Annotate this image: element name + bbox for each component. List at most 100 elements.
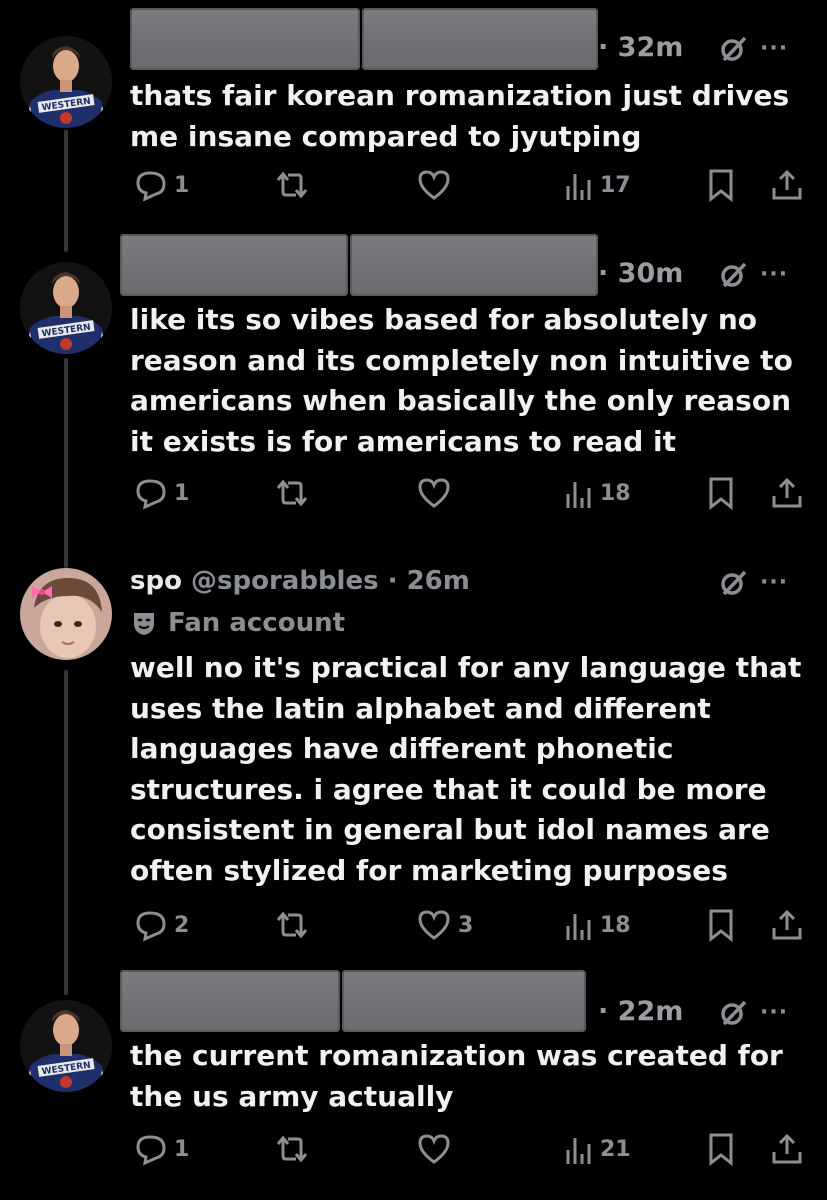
retweet-button[interactable] [272, 168, 312, 202]
reply-button[interactable]: 2 [134, 908, 189, 942]
retweet-icon [276, 1135, 308, 1163]
redacted-username [120, 234, 348, 296]
bookmark-button[interactable] [706, 476, 736, 510]
retweet-icon [276, 171, 308, 199]
bookmark-button[interactable] [706, 908, 736, 942]
redacted-handle [350, 234, 598, 296]
redacted-username [120, 970, 340, 1032]
share-icon [772, 1133, 802, 1164]
tweet-time[interactable]: · 32m [598, 32, 683, 63]
profile-photo-avatar [20, 568, 112, 660]
tweet-text: like its so vibes based for absolutely n… [130, 303, 793, 458]
views-icon [566, 914, 591, 940]
heart-icon [418, 478, 450, 508]
share-button[interactable] [770, 1132, 804, 1166]
reply-icon [136, 1135, 166, 1166]
bookmark-icon [709, 477, 733, 510]
hockey-player-avatar: WESTERN [20, 36, 112, 128]
bookmark-button[interactable] [706, 1132, 736, 1166]
reply-button[interactable]: 1 [134, 168, 189, 202]
hockey-player-avatar: WESTERN [20, 1000, 112, 1092]
display-name[interactable]: spo [130, 566, 182, 596]
author-line: spo @sporabbles · 26m [130, 566, 470, 596]
bookmark-icon [709, 169, 733, 202]
grok-icon[interactable] [718, 998, 748, 1032]
tweet[interactable]: WESTERN · 22m ··· the current romanizati… [0, 960, 827, 1200]
like-button[interactable] [416, 476, 452, 510]
more-options-icon[interactable]: ··· [760, 570, 788, 595]
like-button[interactable] [416, 168, 452, 202]
reply-count: 1 [174, 1136, 190, 1162]
theater-mask-icon [134, 613, 154, 635]
tweet-time[interactable]: · 22m [598, 996, 683, 1027]
reply-icon [136, 911, 166, 942]
share-button[interactable] [770, 908, 804, 942]
views-icon [566, 174, 591, 200]
retweet-icon [276, 479, 308, 507]
reply-icon [136, 479, 166, 510]
share-icon [772, 169, 802, 200]
views-button[interactable]: 17 [564, 168, 631, 202]
grok-icon[interactable] [718, 568, 748, 602]
views-count: 18 [600, 912, 631, 938]
views-count: 21 [600, 1136, 631, 1162]
tweet[interactable]: WESTERN · 30m ··· like its so vibes base… [0, 230, 827, 540]
tweet[interactable]: WESTERN · 32m ··· thats fair korean roma… [0, 0, 827, 230]
share-button[interactable] [770, 476, 804, 510]
reply-button[interactable]: 1 [134, 476, 189, 510]
retweet-button[interactable] [272, 476, 312, 510]
grok-icon[interactable] [718, 34, 748, 68]
heart-icon [418, 1134, 450, 1164]
heart-icon [418, 910, 450, 940]
hockey-player-avatar: WESTERN [20, 262, 112, 354]
views-icon [566, 482, 591, 508]
user-handle[interactable]: @sporabbles [191, 566, 379, 596]
tweet-text: the current romanization was created for… [130, 1039, 783, 1113]
tweet[interactable]: spo @sporabbles · 26m ··· Fan account we… [0, 540, 827, 960]
share-icon [772, 477, 802, 508]
avatar[interactable] [20, 568, 112, 660]
avatar[interactable]: WESTERN [20, 36, 112, 128]
redacted-handle [342, 970, 586, 1032]
heart-icon [418, 170, 450, 200]
tweet-time[interactable]: · 26m [388, 566, 470, 596]
bookmark-icon [709, 909, 733, 942]
tweet-actions: 1 18 [0, 476, 827, 516]
tweet-actions: 1 21 [0, 1132, 827, 1172]
retweet-button[interactable] [272, 1132, 312, 1166]
views-button[interactable]: 18 [564, 476, 631, 510]
tweet-actions: 1 17 [0, 168, 827, 208]
account-label-text: Fan account [168, 608, 346, 638]
more-options-icon[interactable]: ··· [760, 1000, 788, 1025]
tweet-text: thats fair korean romanization just driv… [130, 79, 790, 153]
bookmark-icon [709, 1133, 733, 1166]
reply-icon [136, 171, 166, 202]
tweet-actions: 2 3 18 [0, 908, 827, 948]
tweet-time[interactable]: · 30m [598, 258, 683, 289]
reply-count: 1 [174, 480, 190, 506]
views-button[interactable]: 21 [564, 1132, 631, 1166]
like-button[interactable]: 3 [416, 908, 473, 942]
avatar[interactable]: WESTERN [20, 1000, 112, 1092]
views-icon [566, 1138, 591, 1164]
reply-button[interactable]: 1 [134, 1132, 189, 1166]
avatar[interactable]: WESTERN [20, 262, 112, 354]
views-button[interactable]: 18 [564, 908, 631, 942]
bookmark-button[interactable] [706, 168, 736, 202]
share-button[interactable] [770, 168, 804, 202]
share-icon [772, 909, 802, 940]
tweet-text: well no it's practical for any language … [130, 651, 802, 887]
more-options-icon[interactable]: ··· [760, 36, 788, 61]
retweet-icon [276, 911, 308, 939]
redacted-handle [362, 8, 598, 70]
retweet-button[interactable] [272, 908, 312, 942]
grok-icon[interactable] [718, 260, 748, 294]
account-label: Fan account [130, 608, 345, 638]
reply-count: 2 [174, 912, 190, 938]
more-options-icon[interactable]: ··· [760, 262, 788, 287]
views-count: 18 [600, 480, 631, 506]
views-count: 17 [600, 172, 631, 198]
reply-count: 1 [174, 172, 190, 198]
like-button[interactable] [416, 1132, 452, 1166]
redacted-username [130, 8, 360, 70]
